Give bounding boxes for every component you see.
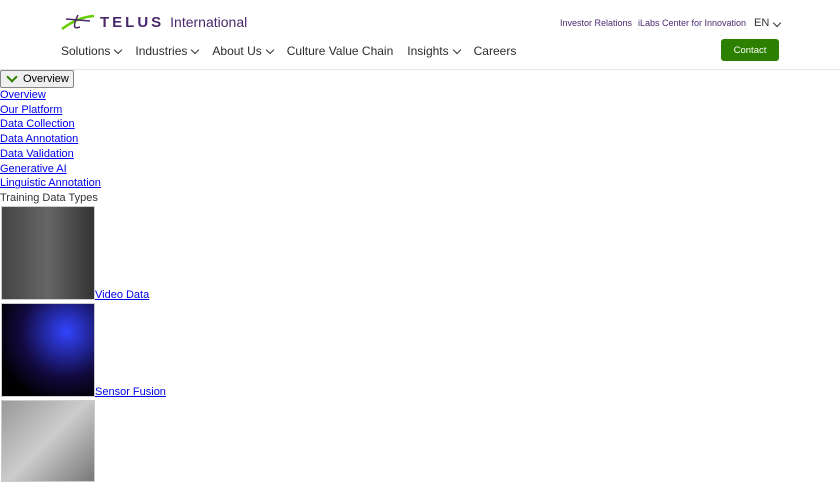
subnav-our-platform[interactable]: Our Platform — [0, 103, 840, 118]
card-sensor-fusion[interactable]: Sensor Fusion — [0, 302, 840, 400]
nav-label: Industries — [135, 44, 188, 58]
site-header: TELUS International Investor Relations i… — [0, 0, 840, 70]
select-value: Overview — [23, 73, 69, 85]
subnav-data-annotation[interactable]: Data Annotation — [0, 132, 840, 147]
investor-relations-link[interactable]: Investor Relations — [560, 18, 632, 28]
training-data-types-heading: Training Data Types — [0, 191, 98, 204]
nav-solutions[interactable]: Solutions — [61, 44, 123, 58]
nav-label: About Us — [212, 44, 262, 58]
aerial-traffic-image — [1, 399, 95, 482]
brand-name: TELUS — [100, 13, 165, 31]
subnav-overview[interactable]: Overview — [0, 88, 840, 103]
chevron-down-icon — [6, 71, 18, 83]
nav-label: Solutions — [61, 44, 111, 58]
chevron-down-icon — [452, 45, 461, 54]
ilabs-link[interactable]: iLabs Center for Innovation — [638, 18, 746, 28]
chevron-down-icon — [191, 45, 200, 54]
main-nav: Solutions Industries About Us Culture Va… — [61, 44, 530, 58]
video-data-image — [1, 205, 95, 300]
contact-button[interactable]: Contact — [721, 39, 779, 61]
nav-insights[interactable]: Insights — [407, 44, 461, 58]
subnav-data-collection[interactable]: Data Collection — [0, 117, 840, 132]
nav-industries[interactable]: Industries — [135, 44, 200, 58]
nav-culture-value-chain[interactable]: Culture Value Chain — [287, 44, 394, 58]
brand-suffix: International — [170, 14, 248, 30]
chevron-down-icon — [265, 45, 275, 54]
video-data-link[interactable]: Video Data — [95, 288, 149, 303]
language-label: EN — [754, 17, 770, 29]
subnav-linguistic-annotation[interactable]: Linguistic Annotation — [0, 176, 840, 191]
chevron-down-icon — [114, 45, 123, 54]
section-select[interactable]: Overview — [0, 70, 74, 88]
sensor-fusion-image — [1, 302, 95, 397]
telus-logo[interactable]: TELUS International — [60, 13, 247, 31]
nav-label: Insights — [407, 44, 449, 58]
card-video-data[interactable]: Video Data — [0, 205, 840, 303]
nav-careers[interactable]: Careers — [474, 44, 517, 58]
nav-about-us[interactable]: About Us — [212, 44, 275, 58]
chevron-down-icon — [773, 18, 782, 28]
logo-swoosh-icon — [61, 14, 95, 31]
language-selector[interactable]: EN — [754, 17, 782, 29]
subnav-data-validation[interactable]: Data Validation — [0, 147, 840, 162]
sensor-fusion-link[interactable]: Sensor Fusion — [95, 385, 166, 400]
subnav-generative-ai[interactable]: Generative AI — [0, 162, 840, 177]
